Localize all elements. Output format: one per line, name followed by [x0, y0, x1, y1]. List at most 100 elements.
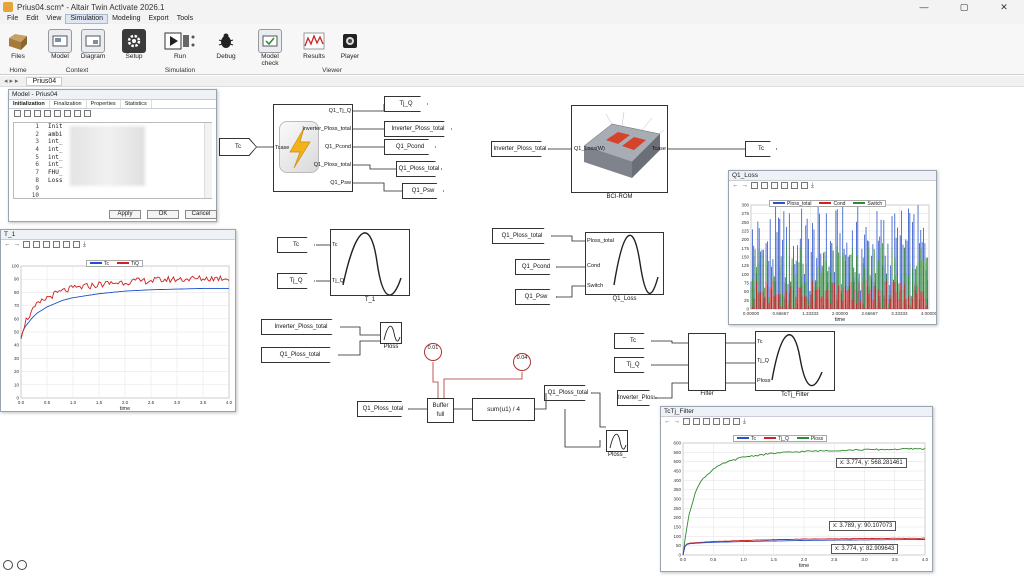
menu-simulation[interactable]: Simulation [65, 14, 109, 24]
menu-tools[interactable]: Tools [173, 14, 197, 24]
q1-loss-scope-block[interactable]: Ploss_total Cond Switch [585, 232, 664, 295]
download-icon[interactable]: ⤓ [83, 240, 86, 250]
signal-q1loss-pcond[interactable]: Q1_Pcond [515, 259, 557, 275]
find-icon[interactable] [64, 110, 71, 117]
signal-avg-q1-ploss[interactable]: Q1_Ploss_total [544, 385, 592, 401]
constant-0-04[interactable]: 0.04 [513, 353, 531, 371]
back-arrow-icon[interactable]: ← [664, 417, 671, 427]
ok-button[interactable]: OK [147, 210, 179, 219]
forward-arrow-icon[interactable]: → [742, 181, 749, 191]
signal-q1-pcond[interactable]: Q1_Pcond [384, 139, 436, 155]
grid-icon[interactable] [683, 418, 690, 425]
zoom-out-icon[interactable] [17, 560, 27, 570]
save-as-icon[interactable] [34, 110, 41, 117]
bci-rom-block[interactable]: Q1_Loss(W) Tcase [571, 105, 668, 193]
signal-tj-q[interactable]: Tj_Q [384, 96, 428, 112]
copy-icon[interactable] [53, 241, 60, 248]
settings-icon[interactable] [73, 241, 80, 248]
menu-file[interactable]: File [3, 14, 22, 24]
y-tick-label: 150 [673, 525, 681, 530]
t1-chart[interactable]: 0.0 0.5 1.0 1.5 2.0 2.5 3.0 3.5 4.00102030405060… [1, 252, 235, 413]
signal-inverter-ploss-total[interactable]: Inverter_Ploss_total [384, 121, 452, 137]
tab-properties[interactable]: Properties [87, 100, 121, 108]
signal-bci-inverter-ploss[interactable]: Inverter_Ploss_total [491, 141, 549, 157]
signal-ploss-inverter[interactable]: Inverter_Ploss_total [261, 319, 341, 335]
forward-arrow-icon[interactable]: → [674, 417, 681, 427]
editor-scrollbar[interactable] [204, 123, 212, 198]
signal-q1loss-psw[interactable]: Q1_Psw [515, 289, 557, 305]
save-icon[interactable] [24, 110, 31, 117]
download-icon[interactable]: ⤓ [811, 181, 814, 191]
redo-icon[interactable] [54, 110, 61, 117]
menu-edit[interactable]: Edit [22, 14, 42, 24]
legend-icon[interactable] [723, 418, 730, 425]
signal-tc-input[interactable]: Tc [219, 138, 257, 156]
zoom-icon[interactable] [693, 418, 700, 425]
grid-icon[interactable] [23, 241, 30, 248]
legend-icon[interactable] [791, 182, 798, 189]
tab-statistics[interactable]: Statistics [121, 100, 152, 108]
debug-button[interactable]: Debug [214, 29, 238, 60]
constant-0-01[interactable]: 0.01 [424, 343, 442, 361]
copy-icon[interactable] [781, 182, 788, 189]
back-arrow-icon[interactable]: ← [4, 240, 11, 250]
signal-buffer-input[interactable]: Q1_Ploss_total [357, 401, 409, 417]
menu-export[interactable]: Export [145, 14, 173, 24]
files-button[interactable]: Files [5, 29, 31, 60]
tctj-panel-title: TcTj_Filter [661, 407, 932, 417]
buffer-block[interactable]: Buffer full [427, 398, 454, 423]
forward-arrow-icon[interactable]: → [14, 240, 21, 250]
player-button[interactable]: Player [338, 29, 362, 60]
close-button[interactable]: ✕ [984, 0, 1024, 14]
zoom-icon[interactable] [33, 241, 40, 248]
minimize-button[interactable]: — [904, 0, 944, 14]
ploss-avg-scope-block[interactable] [606, 430, 628, 452]
legend-icon[interactable] [63, 241, 70, 248]
copy-icon[interactable] [713, 418, 720, 425]
undo-icon[interactable] [44, 110, 51, 117]
q1-loss-chart[interactable]: 0.00000 0.66667 1.33333 2.00000 2.66667 3.333… [729, 193, 936, 325]
setup-button[interactable]: Setup [122, 29, 146, 60]
zoom-icon[interactable] [761, 182, 768, 189]
settings-icon[interactable] [801, 182, 808, 189]
code-editor[interactable]: 1 2 3 4 5 6 7 8 9 10 Init ambi int_ int_… [13, 122, 212, 199]
indent-icon[interactable] [74, 110, 81, 117]
menu-view[interactable]: View [42, 14, 65, 24]
grid-icon[interactable] [751, 182, 758, 189]
back-arrow-icon[interactable]: ← [732, 181, 739, 191]
maximize-button[interactable]: ▢ [944, 0, 984, 14]
results-button[interactable]: Results [300, 29, 328, 60]
ploss-scope-block[interactable] [380, 322, 402, 344]
delete-icon[interactable] [43, 241, 50, 248]
run-button[interactable]: Run [160, 29, 200, 60]
signal-q1-ploss-total[interactable]: Q1_Ploss_total [396, 161, 442, 177]
signal-filter-inverter-ploss[interactable]: Inverter_Ploss [617, 390, 657, 406]
t1-scope-block[interactable]: Tc Tj_Q [330, 229, 410, 296]
tctj-filter-scope-block[interactable]: Tc Tj_Q Ploss [755, 331, 835, 391]
download-icon[interactable]: ⤓ [743, 417, 746, 427]
cancel-button[interactable]: Cancel [185, 210, 217, 219]
tab-initialization[interactable]: Initialization [9, 100, 50, 108]
inverter-loss-block[interactable]: Tcase Q1_Tj_Q Inverter_Ploss_total Q1_Pc… [273, 104, 353, 192]
signal-ploss-q1[interactable]: Q1_Ploss_total [261, 347, 339, 363]
settings-icon[interactable] [733, 418, 740, 425]
tab-prius04[interactable]: Prius04 [26, 76, 63, 86]
diagram-button[interactable]: Diagram [80, 29, 106, 60]
model-button[interactable]: Model [48, 29, 72, 60]
delete-icon[interactable] [771, 182, 778, 189]
filter-block[interactable] [688, 333, 726, 391]
breadcrumb-nav[interactable]: ◂ ▸ ▸ [4, 77, 18, 85]
signal-q1loss-ploss[interactable]: Q1_Ploss_total [492, 228, 552, 244]
tab-finalization[interactable]: Finalization [50, 100, 87, 108]
port-inverter-ploss-total: Inverter_Ploss_total [302, 126, 351, 132]
open-icon[interactable] [14, 110, 21, 117]
zoom-in-icon[interactable] [3, 560, 13, 570]
menu-modeling[interactable]: Modeling [108, 14, 144, 24]
signal-q1-psw[interactable]: Q1_Psw [402, 183, 444, 199]
y-tick-label: 80 [14, 290, 20, 295]
delete-icon[interactable] [703, 418, 710, 425]
model-check-button[interactable]: Model check [254, 29, 286, 67]
apply-button[interactable]: Apply [109, 210, 141, 219]
sum-block[interactable]: sum(u1) / 4 [472, 398, 535, 421]
run-script-icon[interactable] [84, 110, 91, 117]
